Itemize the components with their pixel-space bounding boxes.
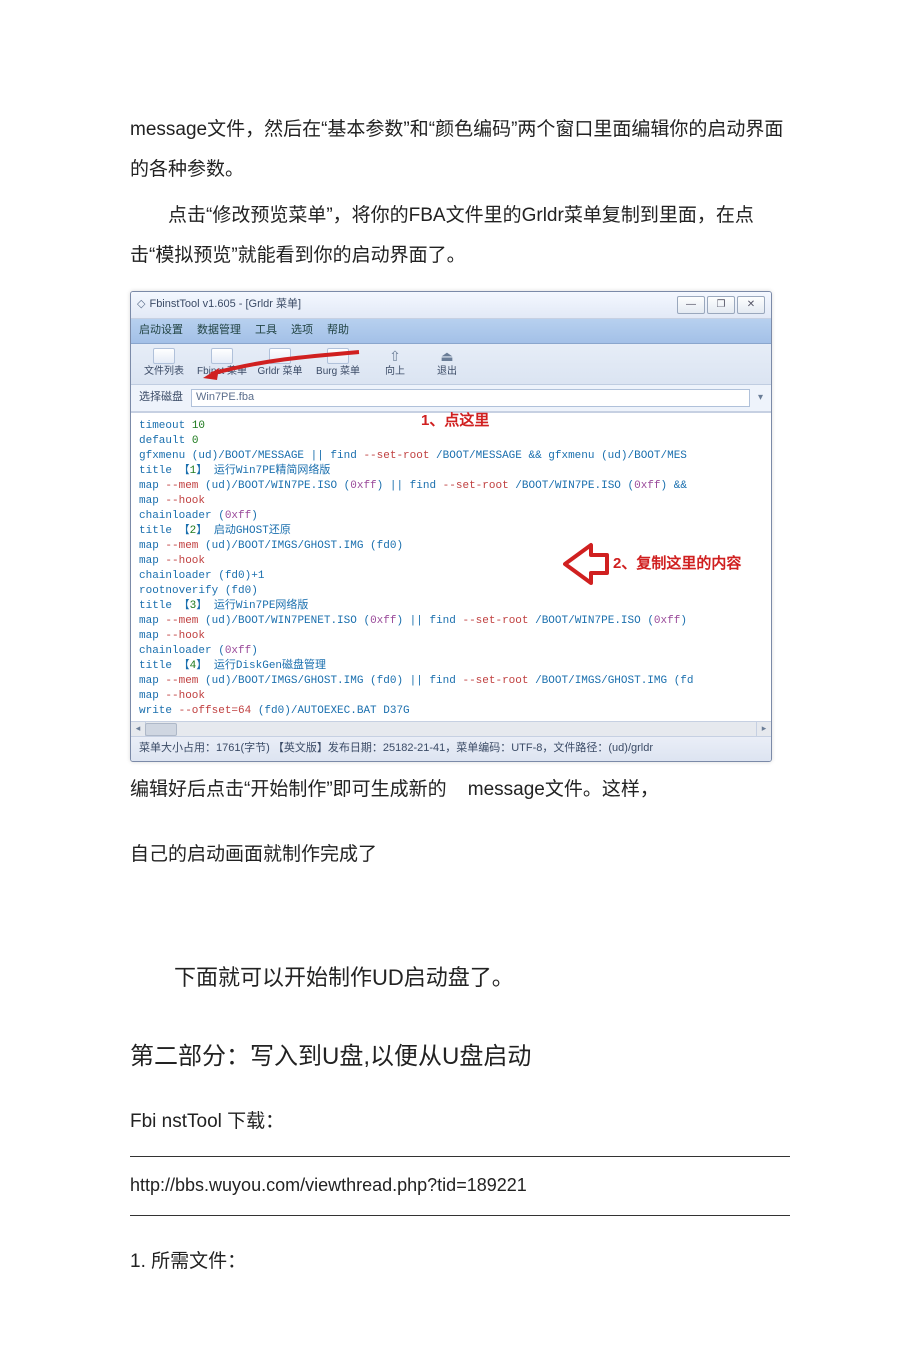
menu-item[interactable]: 选项	[291, 323, 313, 337]
annotation-2-text: 2、复制这里的内容	[613, 554, 741, 574]
list-icon	[211, 348, 233, 364]
section-title: 下面就可以开始制作UD启动盘了。	[130, 955, 790, 1001]
menu-item[interactable]: 数据管理	[197, 323, 241, 337]
toolbar-exit[interactable]: ⏏ 退出	[427, 348, 467, 378]
app-icon: ◇	[137, 297, 145, 311]
app-window: ◇ FbinstTool v1.605 - [Grldr 菜单] — ❐ ✕ 启…	[130, 291, 772, 762]
disk-combo[interactable]: Win7PE.fba	[191, 389, 750, 407]
toolbar-label: Grldr 菜单	[253, 365, 307, 378]
exit-icon: ⏏	[436, 348, 458, 364]
toolbar-label: Fbinst 菜单	[195, 365, 249, 378]
annotation-arrow-2-icon	[563, 541, 609, 587]
list-icon	[153, 348, 175, 364]
close-button[interactable]: ✕	[737, 296, 765, 314]
statusbar: 菜单大小占用：1761(字节) 【英文版】发布日期：25182-21-41，菜单…	[131, 736, 771, 761]
scroll-thumb[interactable]	[145, 723, 177, 736]
list-icon	[327, 348, 349, 364]
toolbar-label: 退出	[427, 365, 467, 378]
annotation-2: 2、复制这里的内容	[563, 541, 741, 587]
maximize-button[interactable]: ❐	[707, 296, 735, 314]
menu-item[interactable]: 帮助	[327, 323, 349, 337]
window-title: FbinstTool v1.605 - [Grldr 菜单]	[149, 297, 301, 311]
list-item-1: 1. 所需文件：	[130, 1242, 790, 1282]
toolbar-burg-menu[interactable]: Burg 菜单	[311, 348, 365, 378]
toolbar-label: Burg 菜单	[311, 365, 365, 378]
toolbar: 文件列表 Fbinst 菜单 Grldr 菜单 Burg 菜单 ⇧ 向上 ⏏ 退…	[131, 344, 771, 385]
list-icon	[269, 348, 291, 364]
paragraph-1: message文件，然后在“基本参数”和“颜色编码”两个窗口里面编辑你的启动界面…	[130, 110, 790, 190]
toolbar-file-list[interactable]: 文件列表	[137, 348, 191, 378]
annotation-1: 1、点这里	[421, 411, 489, 431]
toolbar-grldr-menu[interactable]: Grldr 菜单	[253, 348, 307, 378]
toolbar-up[interactable]: ⇧ 向上	[375, 348, 415, 378]
menu-item[interactable]: 启动设置	[139, 323, 183, 337]
toolbar-label: 文件列表	[137, 365, 191, 378]
menubar: 启动设置 数据管理 工具 选项 帮助	[131, 319, 771, 344]
paragraph-3: 编辑好后点击“开始制作”即可生成新的 message文件。这样，	[130, 770, 790, 810]
code-editor[interactable]: 1、点这里 2、复制这里的内容 timeout 10 default 0 gfx…	[131, 412, 771, 721]
minimize-button[interactable]: —	[677, 296, 705, 314]
download-label: Fbi nstTool 下载：	[130, 1102, 790, 1142]
menu-item[interactable]: 工具	[255, 323, 277, 337]
disk-label: 选择磁盘	[139, 390, 183, 404]
titlebar: ◇ FbinstTool v1.605 - [Grldr 菜单] — ❐ ✕	[131, 292, 771, 319]
disk-select-row: 选择磁盘 Win7PE.fba ▾	[131, 385, 771, 412]
horizontal-scrollbar[interactable]: ◂ ▸	[131, 721, 771, 736]
scroll-left-icon[interactable]: ◂	[131, 722, 146, 736]
chevron-down-icon[interactable]: ▾	[758, 391, 763, 404]
toolbar-fbinst-menu[interactable]: Fbinst 菜单	[195, 348, 249, 378]
paragraph-2: 点击“修改预览菜单”，将你的FBA文件里的Grldr菜单复制到里面，在点击“模拟…	[130, 196, 790, 276]
part-title: 第二部分：写入到U盘,以便从U盘启动	[130, 1032, 790, 1082]
download-link[interactable]: http://bbs.wuyou.com/viewthread.php?tid=…	[130, 1156, 790, 1216]
scroll-right-icon[interactable]: ▸	[756, 722, 771, 736]
up-icon: ⇧	[384, 348, 406, 364]
toolbar-label: 向上	[375, 365, 415, 378]
paragraph-4: 自己的启动画面就制作完成了	[130, 835, 790, 875]
